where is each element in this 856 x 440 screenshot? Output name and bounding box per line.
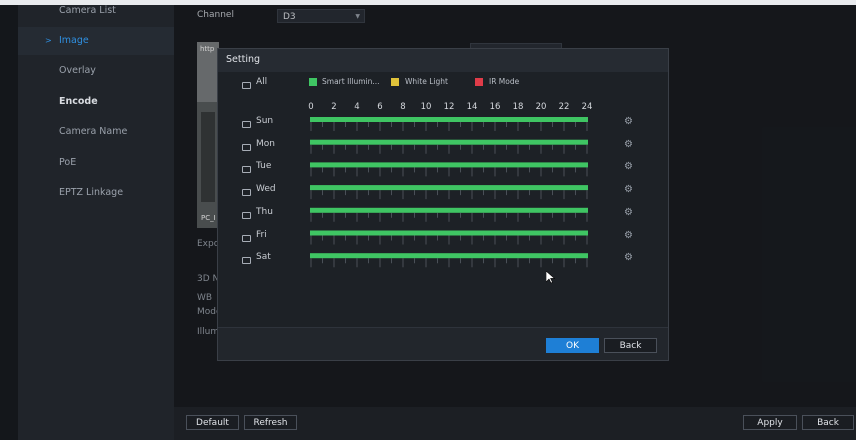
hour-tick-label: 24 xyxy=(582,102,593,112)
legend-label-smart: Smart Illumin... xyxy=(322,77,380,86)
sidebar-item-label: Image xyxy=(59,35,89,46)
sidebar-item-overlay[interactable]: Overlay xyxy=(18,57,174,85)
gear-icon[interactable]: ⚙ xyxy=(624,117,633,127)
gear-icon[interactable]: ⚙ xyxy=(624,185,633,195)
sidebar: Camera List > Image Overlay Encode Camer… xyxy=(18,5,174,440)
schedule-bar-wed[interactable] xyxy=(310,185,588,191)
legend-swatch-white xyxy=(391,78,399,86)
day-label-sat: Sat xyxy=(256,252,271,263)
sidebar-item-poe[interactable]: PoE xyxy=(18,149,174,177)
day-label-fri: Fri xyxy=(256,229,267,240)
hour-tick-label: 20 xyxy=(536,102,547,112)
sidebar-item-camera-list[interactable]: Camera List xyxy=(18,0,174,25)
legend-swatch-smart xyxy=(309,78,317,86)
hour-tick-label: 8 xyxy=(400,102,405,112)
hour-tick-label: 12 xyxy=(444,102,455,112)
gear-icon[interactable]: ⚙ xyxy=(624,253,633,263)
legend-label-ir: IR Mode xyxy=(489,77,520,86)
day-checkbox-wed[interactable] xyxy=(242,189,251,197)
legend-swatch-ir xyxy=(475,78,483,86)
all-label: All xyxy=(256,77,268,87)
schedule-chart: 0 2 4 6 8 10 12 14 16 18 20 22 24 xyxy=(308,102,593,268)
schedule-bar-sat[interactable] xyxy=(310,253,588,259)
day-label-tue: Tue xyxy=(256,161,272,172)
schedule-bar-thu[interactable] xyxy=(310,207,588,213)
day-checkbox-fri[interactable] xyxy=(242,234,251,242)
sidebar-item-encode[interactable]: Encode xyxy=(18,88,174,116)
day-checkbox-sun[interactable] xyxy=(242,121,251,128)
gear-icon[interactable]: ⚙ xyxy=(624,139,633,150)
chevron-right-icon: > xyxy=(45,36,52,45)
sidebar-item-label: EPTZ Linkage xyxy=(59,187,124,198)
day-label-thu: Thu xyxy=(256,206,273,217)
hour-tick-label: 22 xyxy=(559,102,570,112)
hour-tick-label: 0 xyxy=(308,102,313,112)
sidebar-item-eptz-linkage[interactable]: EPTZ Linkage xyxy=(18,179,174,207)
gear-icon[interactable]: ⚙ xyxy=(624,207,633,218)
hour-tick-label: 6 xyxy=(377,102,382,112)
day-label-wed: Wed xyxy=(256,184,276,195)
schedule-bar-fri[interactable] xyxy=(310,230,588,236)
sidebar-item-camera-name[interactable]: Camera Name xyxy=(18,118,174,146)
hour-tick-label: 18 xyxy=(513,102,524,112)
day-label-mon: Mon xyxy=(256,138,275,149)
hour-tick-label: 4 xyxy=(354,102,359,112)
hour-tick-label: 16 xyxy=(490,102,501,112)
hour-tick-label: 2 xyxy=(331,102,336,112)
day-checkbox-tue[interactable] xyxy=(242,166,251,174)
day-checkbox-sat[interactable] xyxy=(242,257,251,265)
sidebar-item-image[interactable]: > Image xyxy=(18,27,174,55)
hour-tick-label: 10 xyxy=(421,102,432,112)
ok-button[interactable]: OK xyxy=(546,338,599,353)
legend-label-white: White Light xyxy=(405,77,448,86)
all-checkbox[interactable] xyxy=(242,82,251,89)
day-checkbox-mon[interactable] xyxy=(242,143,251,151)
gear-icon[interactable]: ⚙ xyxy=(624,162,633,172)
dialog-title: Setting xyxy=(226,54,261,65)
schedule-bar-mon[interactable] xyxy=(310,139,588,145)
dialog-back-button[interactable]: Back xyxy=(604,338,657,353)
sidebar-item-label: Camera List xyxy=(59,5,116,16)
left-strip xyxy=(0,5,18,440)
day-label-sun: Sun xyxy=(256,116,274,126)
sidebar-item-label: Camera Name xyxy=(59,126,128,137)
sidebar-item-label: PoE xyxy=(59,157,77,168)
gear-icon[interactable]: ⚙ xyxy=(624,230,633,241)
dialog-footer xyxy=(218,328,668,360)
dialog-title-bar: Setting xyxy=(218,49,668,72)
sidebar-item-label: Encode xyxy=(59,96,98,107)
refresh-button[interactable]: Refresh xyxy=(244,415,297,430)
setting-dialog: Setting All Smart Illumin... White Light… xyxy=(217,48,669,361)
hour-tick-label: 14 xyxy=(467,102,478,112)
sidebar-item-label: Overlay xyxy=(59,65,96,76)
apply-button[interactable]: Apply xyxy=(743,415,797,430)
day-checkbox-thu[interactable] xyxy=(242,211,251,219)
default-button[interactable]: Default xyxy=(186,415,239,430)
schedule-bar-sun[interactable] xyxy=(310,117,588,122)
mouse-cursor-icon xyxy=(546,271,555,284)
back-button[interactable]: Back xyxy=(802,415,854,430)
schedule-bar-tue[interactable] xyxy=(310,162,588,168)
